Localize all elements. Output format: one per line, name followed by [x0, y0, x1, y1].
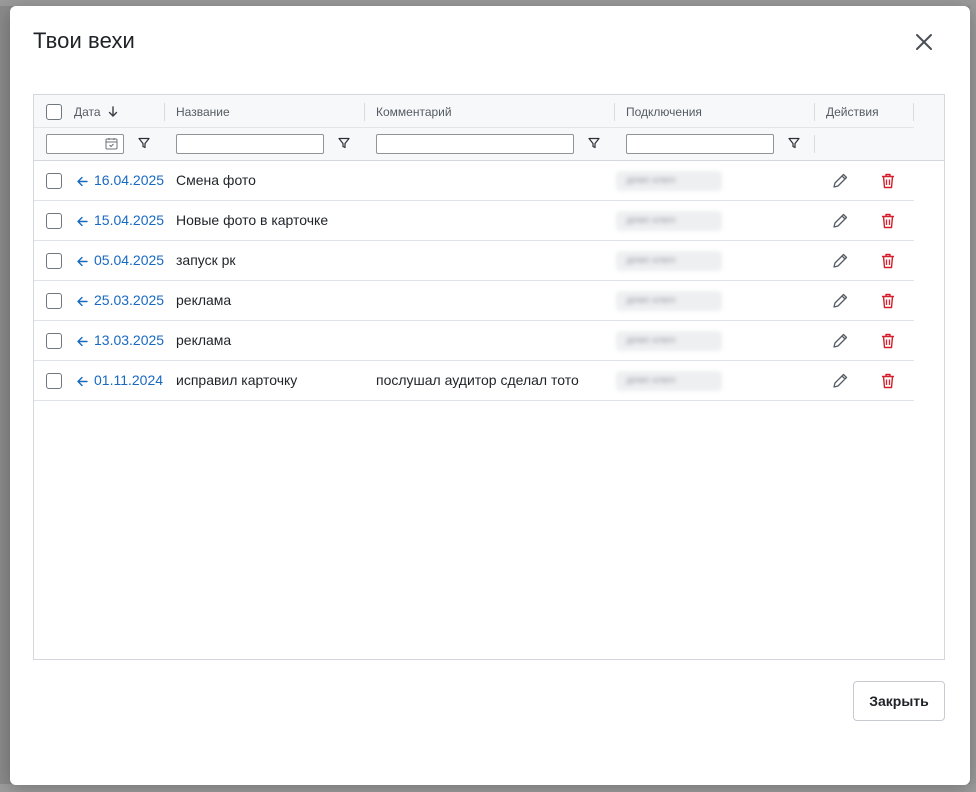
arrow-left-icon[interactable]: [76, 375, 89, 388]
pencil-icon[interactable]: [831, 372, 849, 390]
arrow-left-icon[interactable]: [76, 175, 89, 188]
table-row[interactable]: 16.04.2025 Смена фото демо ключ: [34, 161, 914, 201]
column-label-date: Дата: [74, 104, 101, 119]
column-divider: [364, 103, 365, 121]
row-date[interactable]: 25.03.2025: [94, 292, 164, 308]
row-connections: демо ключ: [616, 251, 722, 271]
column-label-actions: Действия: [826, 104, 879, 119]
comment-filter-button[interactable]: [587, 136, 601, 150]
row-comment: послушал аудитор сделал тото: [376, 372, 579, 388]
column-header-date[interactable]: Дата: [74, 95, 119, 128]
table-header: Дата Название Комментарий Подключения Де…: [34, 95, 944, 161]
milestones-table: Дата Название Комментарий Подключения Де…: [33, 94, 945, 660]
trash-icon[interactable]: [879, 252, 897, 270]
row-name: реклама: [176, 332, 232, 348]
row-connections: демо ключ: [616, 211, 722, 231]
select-all-checkbox[interactable]: [46, 103, 62, 120]
filter-icon: [138, 137, 150, 149]
close-button[interactable]: [912, 30, 936, 54]
date-filter-button[interactable]: [137, 136, 151, 150]
trash-icon[interactable]: [879, 172, 897, 190]
arrow-down-icon: [108, 105, 117, 117]
row-connections: демо ключ: [616, 331, 722, 351]
background-bottom: [0, 784, 976, 792]
row-name: реклама: [176, 292, 232, 308]
row-connections: демо ключ: [616, 291, 722, 311]
connections-filter-input[interactable]: [626, 134, 774, 154]
column-divider: [164, 103, 165, 121]
row-connections: демо ключ: [616, 171, 722, 191]
row-checkbox[interactable]: [46, 213, 62, 229]
close-dialog-button[interactable]: Закрыть: [853, 681, 945, 721]
column-header-comment[interactable]: Комментарий: [376, 95, 452, 128]
arrow-left-icon[interactable]: [76, 255, 89, 268]
column-label-connections: Подключения: [626, 104, 702, 119]
row-checkbox[interactable]: [46, 333, 62, 349]
table-row[interactable]: 25.03.2025 реклама демо ключ: [34, 281, 914, 321]
pencil-icon[interactable]: [831, 292, 849, 310]
name-filter-button[interactable]: [337, 136, 351, 150]
milestones-modal: Твои вехи Дата Название Комментарий Подк…: [10, 6, 970, 785]
column-header-connections[interactable]: Подключения: [626, 95, 702, 128]
table-row[interactable]: 05.04.2025 запуск рк демо ключ: [34, 241, 914, 281]
filter-icon: [788, 137, 800, 149]
column-header-actions: Действия: [826, 95, 879, 128]
trash-icon[interactable]: [879, 372, 897, 390]
arrow-left-icon[interactable]: [76, 295, 89, 308]
column-divider: [814, 135, 815, 153]
pencil-icon[interactable]: [831, 172, 849, 190]
row-name: запуск рк: [176, 252, 236, 268]
connections-filter-button[interactable]: [787, 136, 801, 150]
row-checkbox[interactable]: [46, 373, 62, 389]
row-checkbox[interactable]: [46, 173, 62, 189]
pencil-icon[interactable]: [831, 332, 849, 350]
comment-filter-input[interactable]: [376, 134, 574, 154]
pencil-icon[interactable]: [831, 252, 849, 270]
column-label-comment: Комментарий: [376, 104, 452, 119]
calendar-icon[interactable]: [105, 137, 118, 150]
background-edge: [970, 0, 976, 792]
select-all-cell: [46, 95, 62, 128]
row-date[interactable]: 05.04.2025: [94, 252, 164, 268]
close-icon: [916, 34, 932, 50]
trash-icon[interactable]: [879, 292, 897, 310]
table-row[interactable]: 01.11.2024 исправил карточку послушал ау…: [34, 361, 914, 401]
row-connections: демо ключ: [616, 371, 722, 391]
row-name: Смена фото: [176, 172, 256, 188]
modal-title: Твои вехи: [33, 28, 135, 53]
filter-icon: [588, 137, 600, 149]
column-label-name: Название: [176, 104, 230, 119]
row-date[interactable]: 16.04.2025: [94, 172, 164, 188]
column-divider: [614, 103, 615, 121]
column-header-name[interactable]: Название: [176, 95, 230, 128]
table-row[interactable]: 13.03.2025 реклама демо ключ: [34, 321, 914, 361]
trash-icon[interactable]: [879, 332, 897, 350]
filter-icon: [338, 137, 350, 149]
column-divider: [913, 103, 914, 121]
pencil-icon[interactable]: [831, 212, 849, 230]
trash-icon[interactable]: [879, 212, 897, 230]
row-checkbox[interactable]: [46, 293, 62, 309]
row-name: исправил карточку: [176, 372, 298, 388]
arrow-left-icon[interactable]: [76, 215, 89, 228]
table-row[interactable]: 15.04.2025 Новые фото в карточке демо кл…: [34, 201, 914, 241]
row-date[interactable]: 13.03.2025: [94, 332, 164, 348]
arrow-left-icon[interactable]: [76, 335, 89, 348]
row-name: Новые фото в карточке: [176, 212, 329, 228]
row-date[interactable]: 01.11.2024: [94, 372, 163, 388]
row-date[interactable]: 15.04.2025: [94, 212, 164, 228]
filter-row-divider: [34, 127, 914, 128]
column-divider: [814, 103, 815, 121]
row-checkbox[interactable]: [46, 253, 62, 269]
name-filter-input[interactable]: [176, 134, 324, 154]
